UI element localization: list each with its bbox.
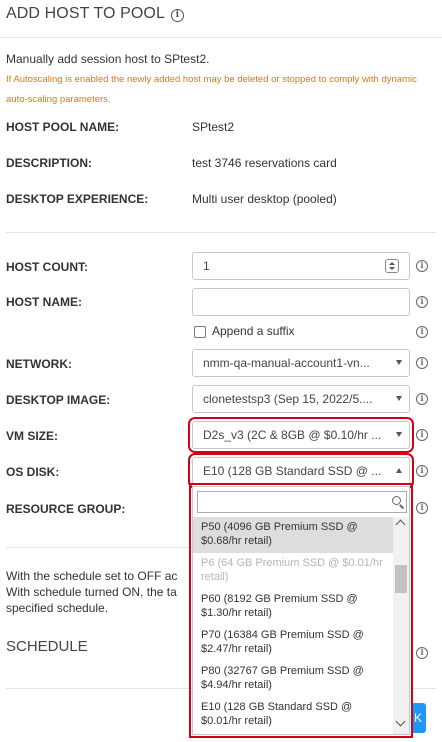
append-suffix-label[interactable]: Append a suffix xyxy=(212,324,295,338)
info-icon[interactable]: i xyxy=(416,429,428,441)
section-divider xyxy=(6,547,192,548)
info-icon[interactable]: i xyxy=(416,326,428,338)
info-icon[interactable]: i xyxy=(416,393,428,405)
host-name-input[interactable] xyxy=(192,288,410,316)
dropdown-option[interactable]: P60 (8192 GB Premium SSD @ $1.30/hr reta… xyxy=(193,589,393,625)
host-count-input[interactable]: 1 xyxy=(192,252,410,280)
chevron-up-icon xyxy=(396,468,402,473)
vm-size-label: VM SIZE: xyxy=(6,429,59,443)
info-icon[interactable]: i xyxy=(416,502,428,514)
schedule-title: SCHEDULE xyxy=(6,638,88,655)
schedule-line: With schedule turned ON, the ta xyxy=(6,585,177,599)
dropdown-options-list: P50 (4096 GB Premium SSD @ $0.68/hr reta… xyxy=(193,517,393,733)
host-pool-name-value: SPtest2 xyxy=(192,120,235,134)
desktop-image-value: clonetestsp3 (Sep 15, 2022/5.... xyxy=(203,392,373,406)
dropdown-search-input[interactable] xyxy=(197,491,407,513)
desktop-image-label: DESKTOP IMAGE: xyxy=(6,393,111,407)
info-icon[interactable]: i xyxy=(416,296,428,308)
section-divider xyxy=(6,232,436,233)
schedule-line: specified schedule. xyxy=(6,601,109,615)
info-icon[interactable]: i xyxy=(416,260,428,272)
dialog-header: ADD HOST TO POOL i xyxy=(0,0,442,38)
stepper-icon[interactable] xyxy=(385,259,399,273)
chevron-down-icon xyxy=(396,432,402,437)
desktop-image-select[interactable]: clonetestsp3 (Sep 15, 2022/5.... xyxy=(192,385,410,413)
chevron-down-icon[interactable] xyxy=(395,716,406,727)
os-disk-dropdown[interactable]: P50 (4096 GB Premium SSD @ $0.68/hr reta… xyxy=(189,483,413,738)
dropdown-option[interactable]: P80 (32767 GB Premium SSD @ $4.94/hr ret… xyxy=(193,661,393,697)
network-value: nmm-qa-manual-account1-vn... xyxy=(203,356,370,370)
dropdown-option[interactable]: P70 (16384 GB Premium SSD @ $2.47/hr ret… xyxy=(193,625,393,661)
desktop-experience-label: DESKTOP EXPERIENCE: xyxy=(6,192,149,206)
info-icon[interactable]: i xyxy=(416,465,428,477)
description-label: DESCRIPTION: xyxy=(6,156,93,170)
dropdown-option[interactable]: E10 (128 GB Standard SSD @ $0.01/hr reta… xyxy=(193,697,393,733)
dialog-title: ADD HOST TO POOL i xyxy=(6,5,184,23)
dropdown-scrollbar[interactable] xyxy=(393,517,409,734)
dropdown-option: P6 (64 GB Premium SSD @ $0.01/hr retail) xyxy=(201,557,383,583)
search-icon xyxy=(392,496,401,505)
chevron-down-icon xyxy=(396,396,402,401)
autoscaling-warning: If Autoscaling is enabled the newly adde… xyxy=(6,74,417,105)
network-label: NETWORK: xyxy=(6,357,72,371)
submit-button-label: K xyxy=(414,711,423,725)
desktop-experience-value: Multi user desktop (pooled) xyxy=(192,192,337,206)
scrollbar-thumb[interactable] xyxy=(395,565,407,593)
os-disk-label: OS DISK: xyxy=(6,465,60,479)
chevron-down-icon xyxy=(396,360,402,365)
vm-size-value: D2s_v3 (2C & 8GB @ $0.10/hr ... xyxy=(203,428,382,442)
os-disk-value: E10 (128 GB Standard SSD @ ... xyxy=(203,464,382,478)
submit-button[interactable]: K xyxy=(412,703,426,733)
host-pool-name-label: HOST POOL NAME: xyxy=(6,120,120,134)
dialog-title-text: ADD HOST TO POOL xyxy=(6,5,165,22)
info-icon[interactable]: i xyxy=(170,9,184,22)
chevron-up-icon[interactable] xyxy=(395,519,406,530)
schedule-description: With the schedule set to OFF ac With sch… xyxy=(6,568,196,616)
os-disk-select[interactable]: E10 (128 GB Standard SSD @ ... xyxy=(188,453,414,489)
resource-group-label: RESOURCE GROUP: xyxy=(6,502,126,516)
schedule-line: With the schedule set to OFF ac xyxy=(6,569,178,583)
append-suffix-checkbox[interactable] xyxy=(194,326,206,338)
host-name-label: HOST NAME: xyxy=(6,295,82,309)
info-icon[interactable]: i xyxy=(416,647,428,659)
host-count-label: HOST COUNT: xyxy=(6,260,88,274)
intro-description: Manually add session host to SPtest2. xyxy=(6,52,210,66)
info-icon[interactable]: i xyxy=(416,357,428,369)
dropdown-option[interactable]: P50 (4096 GB Premium SSD @ $0.68/hr reta… xyxy=(193,517,393,553)
network-select[interactable]: nmm-qa-manual-account1-vn... xyxy=(192,349,410,377)
host-count-value: 1 xyxy=(203,259,210,273)
vm-size-select[interactable]: D2s_v3 (2C & 8GB @ $0.10/hr ... xyxy=(188,417,414,453)
description-value: test 3746 reservations card xyxy=(192,156,337,170)
